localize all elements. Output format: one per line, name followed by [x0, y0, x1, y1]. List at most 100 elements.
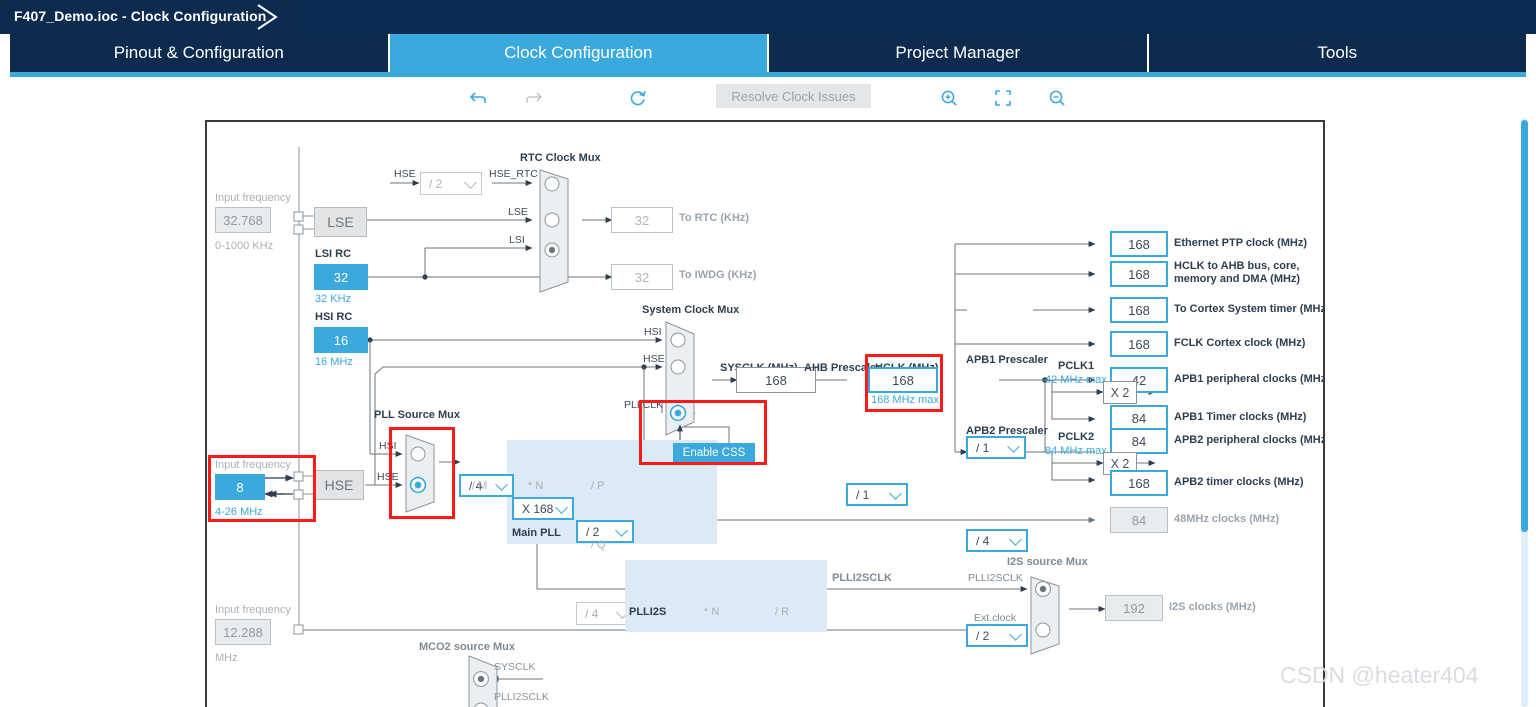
plli2s-region: [625, 560, 827, 632]
resolve-clock-issues-button[interactable]: Resolve Clock Issues: [716, 84, 871, 108]
lsi-rc-title: LSI RC: [315, 248, 352, 260]
watermark-text: CSDN @heater404: [1280, 662, 1479, 688]
apb1-prescaler-label: APB1 Prescaler: [966, 354, 1048, 366]
reset-circular-arrow-icon: [630, 91, 646, 106]
pll-p-value: / 2: [586, 524, 600, 539]
clock-tree-canvas[interactable]: Input frequency 32.768 0-1000 KHz LSE HS…: [205, 120, 1325, 707]
apb2-prescaler-dropdown[interactable]: / 2: [966, 624, 1028, 647]
reset-clock-button[interactable]: [622, 83, 654, 113]
zoom-out-icon: [1049, 90, 1065, 106]
hse-rtc-input-label: HSE: [394, 168, 416, 180]
to-rtc-value[interactable]: 32: [611, 207, 673, 233]
apb2-peripheral-clocks-label: APB2 peripheral clocks (MHz): [1174, 434, 1325, 446]
clock-toolbar: Resolve Clock Issues: [0, 83, 1536, 115]
cortex-systick-prescaler-dropdown[interactable]: / 1: [966, 436, 1026, 459]
to-iwdg-label: To IWDG (KHz): [679, 269, 757, 281]
hsi-rc-value[interactable]: 16: [314, 327, 368, 353]
pll-n-value: X 168: [522, 501, 554, 516]
tab-underline: [10, 72, 1526, 77]
enable-css-button[interactable]: Enable CSS: [673, 443, 755, 462]
main-tab-strip: Pinout & Configuration Clock Configurati…: [0, 34, 1536, 78]
rtc-hse-divider-value: / 2: [429, 176, 443, 191]
pll-n-sublabel: * N: [528, 480, 544, 492]
cortex-system-timer-value[interactable]: 168: [1110, 297, 1168, 323]
apb1-timer-clocks-label: APB1 Timer clocks (MHz): [1174, 411, 1307, 423]
zoom-out-button[interactable]: [1042, 83, 1072, 113]
apb2-prescaler-value: / 2: [976, 628, 990, 643]
hclk-value[interactable]: 168: [868, 367, 938, 393]
apb2-prescaler-label: APB2 Prescaler: [966, 425, 1048, 437]
window-title: F407_Demo.ioc - Clock Configuration: [14, 8, 267, 24]
hse-input-frequency-label: Input frequency: [215, 459, 291, 471]
fit-to-screen-button[interactable]: [988, 83, 1018, 113]
pclk2-max-label: 84 MHz max: [1045, 445, 1107, 457]
clk48-value[interactable]: 84: [1110, 507, 1168, 533]
redo-button[interactable]: [516, 83, 550, 113]
apb1-prescaler-value: / 4: [976, 533, 990, 548]
vertical-scrollbar-thumb[interactable]: [1521, 120, 1528, 532]
pll-q-sublabel: / Q: [591, 539, 606, 551]
main-pll-label: Main PLL: [512, 527, 561, 539]
zoom-in-button[interactable]: [934, 83, 964, 113]
lse-input-frequency-label: Input frequency: [215, 192, 291, 204]
apb2-timer-clocks-value[interactable]: 168: [1110, 470, 1168, 496]
rtc-mux-input-lse-label: LSE: [508, 206, 528, 218]
hsi-rc-unit: 16 MHz: [315, 356, 353, 368]
tab-clock-configuration[interactable]: Clock Configuration: [389, 34, 769, 72]
i2s-input-frequency-field[interactable]: 12.288: [215, 619, 271, 645]
hse-input-frequency-field[interactable]: 8: [215, 474, 265, 500]
system-clock-mux-title: System Clock Mux: [642, 304, 740, 316]
ahb-prescaler-value: / 1: [856, 487, 870, 502]
fclk-cortex-clock-value[interactable]: 168: [1110, 331, 1168, 357]
fit-to-screen-icon: [995, 90, 1011, 106]
apb2-timer-clocks-label: APB2 timer clocks (MHz): [1174, 476, 1304, 488]
i2s-clocks-value[interactable]: 192: [1105, 595, 1163, 621]
pll-source-mux-title: PLL Source Mux: [374, 409, 460, 421]
pll-n-dropdown[interactable]: X 168: [512, 497, 574, 520]
apb1-peripheral-clocks-label: APB1 peripheral clocks (MHz): [1174, 373, 1325, 385]
title-bar: F407_Demo.ioc - Clock Configuration: [0, 0, 1536, 34]
rtc-mux-input-lsi-label: LSI: [509, 234, 525, 246]
rtc-clock-mux-title: RTC Clock Mux: [520, 152, 601, 164]
to-iwdg-value[interactable]: 32: [611, 264, 673, 290]
cortex-system-timer-label: To Cortex System timer (MHz): [1174, 303, 1325, 315]
ethernet-ptp-clock-label: Ethernet PTP clock (MHz): [1174, 237, 1308, 249]
i2s-source-mux-title: I2S source Mux: [1007, 556, 1088, 568]
plli2s-r-sublabel: / R: [775, 606, 790, 618]
clk48-label: 48MHz clocks (MHz): [1174, 513, 1280, 525]
apb2-peripheral-clocks-value[interactable]: 84: [1110, 428, 1168, 454]
mco2-input-sysclk-label: SYSCLK: [494, 661, 536, 673]
cortex-systick-prescaler-value: / 1: [976, 440, 990, 455]
tab-pinout-configuration[interactable]: Pinout & Configuration: [10, 34, 390, 72]
pll-mux-input-hsi-label: HSI: [379, 440, 397, 452]
lsi-rc-value[interactable]: 32: [314, 264, 368, 290]
hse-oscillator-block: HSE: [314, 470, 364, 500]
mco2-source-mux-title: MCO2 source Mux: [419, 641, 515, 653]
hse-range-label: 4-26 MHz: [215, 506, 263, 518]
tab-tools[interactable]: Tools: [1148, 34, 1526, 72]
plli2sclk-wire-label: PLLI2SCLK: [832, 572, 892, 584]
rtc-hse-divider-dropdown[interactable]: / 2: [420, 172, 482, 195]
fclk-cortex-clock-label: FCLK Cortex clock (MHz): [1174, 337, 1306, 349]
hclk-ahb-bus-label: HCLK to AHB bus, core, memory and DMA (M…: [1174, 260, 1301, 285]
pll-source-mux-shape: [405, 434, 435, 513]
tab-project-manager[interactable]: Project Manager: [769, 34, 1149, 72]
vertical-scrollbar[interactable]: [1521, 118, 1528, 707]
hse-rtc-output-label: HSE_RTC: [489, 168, 538, 180]
pclk1-max-label: 42 MHz max: [1045, 374, 1107, 386]
hclk-ahb-bus-value[interactable]: 168: [1110, 261, 1168, 287]
apb1-timer-multiplier: X 2: [1103, 381, 1137, 404]
ethernet-ptp-clock-value[interactable]: 168: [1110, 231, 1168, 257]
lse-range-label: 0-1000 KHz: [215, 240, 274, 252]
pll-p-sublabel: / P: [591, 480, 605, 492]
lse-input-frequency-field[interactable]: 32.768: [215, 207, 271, 233]
undo-button[interactable]: [462, 83, 496, 113]
ahb-prescaler-dropdown[interactable]: / 1: [846, 483, 908, 506]
mco2-input-plli2sclk-label: PLLI2SCLK: [494, 691, 549, 703]
pll-m-sublabel: / M: [472, 480, 488, 492]
i2s-input-unit-label: MHz: [215, 652, 238, 664]
apb1-prescaler-dropdown[interactable]: / 4: [966, 529, 1028, 552]
hsi-rc-title: HSI RC: [315, 311, 353, 323]
plli2s-region-label: PLLI2S: [629, 606, 667, 618]
undo-arrow-icon: [469, 92, 486, 103]
